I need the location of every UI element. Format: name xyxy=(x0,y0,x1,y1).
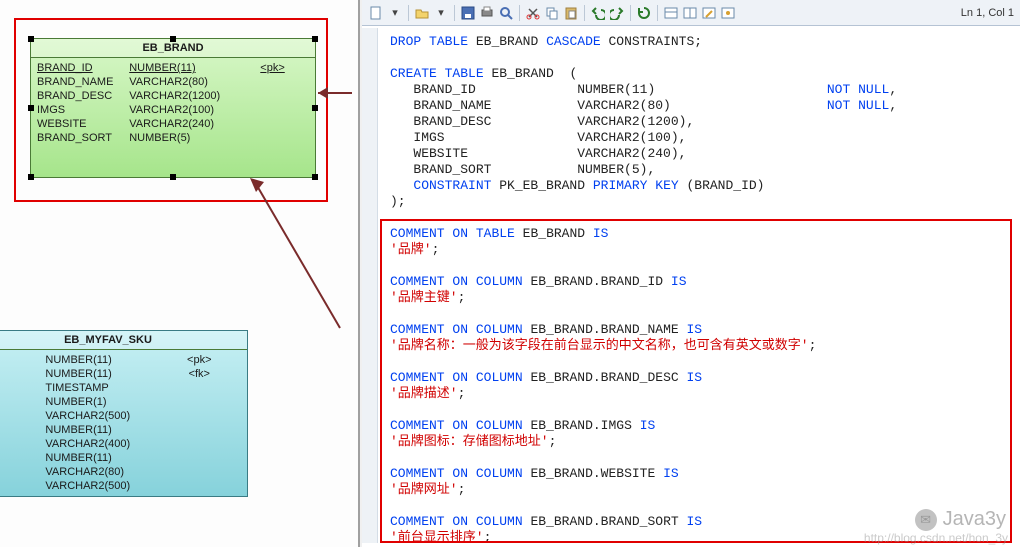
col-type: NUMBER(11) xyxy=(45,367,145,381)
entity-columns: U_ID O NUMBER(11) NUMBER(11) TIMESTAMP N… xyxy=(0,350,247,496)
col-type: NUMBER(11) xyxy=(45,451,145,465)
resize-handle[interactable] xyxy=(170,174,176,180)
edit-icon[interactable] xyxy=(701,5,717,21)
col-name: BRAND_SORT xyxy=(37,131,117,145)
undo-icon[interactable] xyxy=(590,5,606,21)
separator xyxy=(584,5,585,21)
resize-handle[interactable] xyxy=(170,36,176,42)
separator xyxy=(519,5,520,21)
col-key: <pk> xyxy=(158,353,241,367)
col-key: <fk> xyxy=(158,367,241,381)
col-name: U_ID xyxy=(0,353,33,367)
col-name xyxy=(0,395,33,397)
print-icon[interactable] xyxy=(479,5,495,21)
cut-icon[interactable] xyxy=(525,5,541,21)
cursor-position: Ln 1, Col 1 xyxy=(961,7,1014,19)
gutter xyxy=(362,28,378,543)
col-type: NUMBER(1) xyxy=(45,395,145,409)
resize-handle[interactable] xyxy=(28,36,34,42)
col-name: BRAND_NAME xyxy=(37,75,117,89)
relation-line xyxy=(250,178,350,338)
entity-title: EB_MYFAV_SKU xyxy=(0,331,247,350)
resize-handle[interactable] xyxy=(28,174,34,180)
col-type: NUMBER(5) xyxy=(129,131,224,145)
col-type: VARCHAR2(500) xyxy=(45,409,145,423)
sql-editor-panel: ▾ ▾ Ln 1, Col 1 DROP TABLE EB_BRAND CASC… xyxy=(362,0,1020,547)
col-name: O xyxy=(0,367,33,381)
col-key: <pk> xyxy=(236,61,309,75)
resize-handle[interactable] xyxy=(312,105,318,111)
entity-columns: BRAND_ID BRAND_NAME BRAND_DESC IMGS WEBS… xyxy=(31,58,315,148)
watermark-url: http://blog.csdn.net/hon_3y xyxy=(864,531,1008,545)
col-type: VARCHAR2(100) xyxy=(129,103,224,117)
copy-icon[interactable] xyxy=(544,5,560,21)
redo-icon[interactable] xyxy=(609,5,625,21)
erd-canvas[interactable]: EB_BRAND BRAND_ID BRAND_NAME BRAND_DESC … xyxy=(0,0,360,547)
col-type: VARCHAR2(80) xyxy=(45,465,145,479)
options-icon[interactable] xyxy=(720,5,736,21)
resize-handle[interactable] xyxy=(28,105,34,111)
col-key xyxy=(236,83,309,85)
save-icon[interactable] xyxy=(460,5,476,21)
col-name: WEBSITE xyxy=(37,117,117,131)
col-name: IMGS xyxy=(37,103,117,117)
col-type: VARCHAR2(80) xyxy=(129,75,224,89)
separator xyxy=(630,5,631,21)
col-type: VARCHAR2(500) xyxy=(45,479,145,493)
new-file-icon[interactable] xyxy=(368,5,384,21)
col-type: NUMBER(11) xyxy=(45,423,145,437)
col-name: BRAND_ID xyxy=(37,61,117,75)
dropdown-icon[interactable]: ▾ xyxy=(387,5,403,21)
col-type: TIMESTAMP xyxy=(45,381,145,395)
view2-icon[interactable] xyxy=(682,5,698,21)
col-type: VARCHAR2(240) xyxy=(129,117,224,131)
entity-eb-myfav-sku[interactable]: EB_MYFAV_SKU U_ID O NUMBER(11) NUMBER( xyxy=(0,330,248,497)
entity-eb-brand[interactable]: EB_BRAND BRAND_ID BRAND_NAME BRAND_DESC … xyxy=(30,38,316,178)
col-type: VARCHAR2(400) xyxy=(45,437,145,451)
col-type: NUMBER(11) xyxy=(45,353,145,367)
arrow-head-icon xyxy=(318,87,328,99)
col-name: BRAND_DESC xyxy=(37,89,117,103)
resize-handle[interactable] xyxy=(312,36,318,42)
refresh-icon[interactable] xyxy=(636,5,652,21)
separator xyxy=(408,5,409,21)
view-icon[interactable] xyxy=(663,5,679,21)
separator xyxy=(454,5,455,21)
paste-icon[interactable] xyxy=(563,5,579,21)
col-type: NUMBER(11) xyxy=(129,61,224,75)
wechat-icon: ✉ xyxy=(915,509,937,531)
watermark-text: Java3y xyxy=(943,508,1006,531)
find-icon[interactable] xyxy=(498,5,514,21)
separator xyxy=(657,5,658,21)
open-file-icon[interactable] xyxy=(414,5,430,21)
sql-code-editor[interactable]: DROP TABLE EB_BRAND CASCADE CONSTRAINTS;… xyxy=(380,28,1016,543)
dropdown-icon[interactable]: ▾ xyxy=(433,5,449,21)
col-type: VARCHAR2(1200) xyxy=(129,89,224,103)
toolbar: ▾ ▾ Ln 1, Col 1 xyxy=(362,0,1020,26)
watermark: ✉ Java3y xyxy=(915,508,1006,531)
